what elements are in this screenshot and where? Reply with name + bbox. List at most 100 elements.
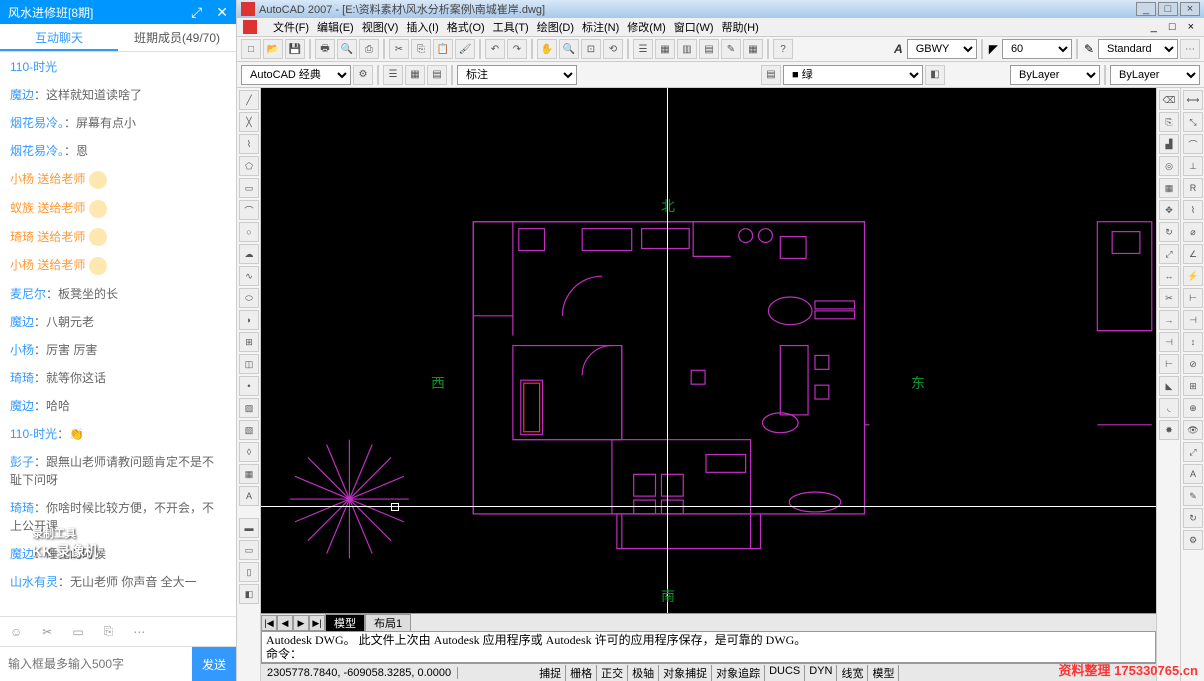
point-tool[interactable]: • (239, 376, 259, 396)
extend-tool[interactable]: → (1159, 310, 1179, 330)
status-toggle[interactable]: 极轴 (628, 665, 659, 681)
workspace-select[interactable]: AutoCAD 经典 (241, 65, 351, 85)
insert-tool[interactable]: ⊞ (239, 332, 259, 352)
status-toggle[interactable]: DYN (805, 665, 837, 681)
zoom-prev-button[interactable]: ⟲ (603, 39, 623, 59)
explode-tool[interactable]: ✸ (1159, 420, 1179, 440)
publish-button[interactable]: ⎙ (359, 39, 379, 59)
file-icon[interactable]: ⎘ (104, 624, 114, 639)
dim-dia[interactable]: ⌀ (1183, 222, 1203, 242)
scale-tool[interactable]: ⤢ (1159, 244, 1179, 264)
tp-button[interactable]: ▥ (677, 39, 697, 59)
move-tool[interactable]: ✥ (1159, 200, 1179, 220)
menu-item[interactable]: 修改(M) (623, 22, 670, 34)
dim-quick[interactable]: ⚡ (1183, 266, 1203, 286)
save-button[interactable]: 💾 (285, 39, 305, 59)
dimstyle-btn[interactable]: ⋯ (1180, 39, 1200, 59)
rotate-tool[interactable]: ↻ (1159, 222, 1179, 242)
join-tool[interactable]: ⊢ (1159, 354, 1179, 374)
ws-settings-button[interactable]: ⚙ (353, 65, 373, 85)
menu-item[interactable]: 窗口(W) (670, 22, 718, 34)
ext3-tool[interactable]: ▯ (239, 562, 259, 582)
ext1-tool[interactable]: ▬ (239, 518, 259, 538)
status-toggle[interactable]: 捕捉 (535, 665, 566, 681)
tab-layout1[interactable]: 布局1 (365, 614, 411, 632)
doc-close-button[interactable]: × (1184, 21, 1198, 33)
dim-tedit[interactable]: ✎ (1183, 486, 1203, 506)
layer-select[interactable]: ■ 绿 (783, 65, 923, 85)
spline-tool[interactable]: ∿ (239, 266, 259, 286)
open-button[interactable]: 📂 (263, 39, 283, 59)
emoji-icon[interactable]: ☺ (10, 625, 22, 639)
break-tool[interactable]: ⊣ (1159, 332, 1179, 352)
status-toggle[interactable]: DUCS (765, 665, 805, 681)
ellipse-tool[interactable]: ⬭ (239, 288, 259, 308)
lineweight-select[interactable]: 60 (1002, 39, 1072, 59)
menu-item[interactable]: 格式(O) (443, 22, 489, 34)
drawing-canvas[interactable]: 北 南 西 东 (261, 88, 1156, 613)
tab-next-button[interactable]: ▶ (293, 615, 309, 631)
menu-item[interactable]: 绘图(D) (533, 22, 578, 34)
ext4-tool[interactable]: ◧ (239, 584, 259, 604)
layerprops-button[interactable]: ☰ (383, 65, 403, 85)
status-toggle[interactable]: 线宽 (837, 665, 868, 681)
tab-model[interactable]: 模型 (325, 614, 365, 632)
textstyle-select[interactable]: GBWY (907, 39, 977, 59)
revcloud-tool[interactable]: ☁ (239, 244, 259, 264)
more-icon[interactable]: ⋯ (133, 625, 145, 639)
mtext-tool[interactable]: A (239, 486, 259, 506)
dim-ang[interactable]: ∠ (1183, 244, 1203, 264)
mirror-tool[interactable]: ▟ (1159, 134, 1179, 154)
status-toggle[interactable]: 模型 (868, 665, 899, 681)
circle-tool[interactable]: ○ (239, 222, 259, 242)
dim-oblique[interactable]: ⤢ (1183, 442, 1203, 462)
qcalc-button[interactable]: ▦ (743, 39, 763, 59)
maximize-button[interactable]: □ (1158, 2, 1178, 16)
minimize-button[interactable]: _ (1136, 2, 1156, 16)
color-select[interactable]: ByLayer (1010, 65, 1100, 85)
array-tool[interactable]: ▦ (1159, 178, 1179, 198)
menu-item[interactable]: 工具(T) (489, 22, 533, 34)
chat-input[interactable] (0, 647, 192, 681)
dim-jog[interactable]: ⌇ (1183, 200, 1203, 220)
xline-tool[interactable]: ╳ (239, 112, 259, 132)
erase-tool[interactable]: ⌫ (1159, 90, 1179, 110)
pline-tool[interactable]: ⌇ (239, 134, 259, 154)
cut-icon[interactable]: ✂ (42, 625, 52, 639)
coords-display[interactable]: 2305778.7840, -609058.3285, 0.0000 (261, 667, 458, 679)
zoom-rt-button[interactable]: 🔍 (559, 39, 579, 59)
settings-icon[interactable]: ✕ (216, 4, 228, 21)
dim-style[interactable]: ⚙ (1183, 530, 1203, 550)
command-line[interactable]: Autodesk DWG。 此文件上次由 Autodesk 应用程序或 Auto… (261, 631, 1156, 663)
plot-button[interactable]: 🖶 (315, 39, 335, 59)
layer2-button[interactable]: ▦ (405, 65, 425, 85)
menu-item[interactable]: 插入(I) (402, 22, 442, 34)
chamfer-tool[interactable]: ◣ (1159, 376, 1179, 396)
ssm-button[interactable]: ▤ (699, 39, 719, 59)
menu-item[interactable]: 视图(V) (358, 22, 403, 34)
undo-button[interactable]: ↶ (485, 39, 505, 59)
dim-update[interactable]: ↻ (1183, 508, 1203, 528)
status-toggle[interactable]: 栅格 (566, 665, 597, 681)
offset-tool[interactable]: ◎ (1159, 156, 1179, 176)
ext2-tool[interactable]: ▭ (239, 540, 259, 560)
menu-item[interactable]: 编辑(E) (313, 22, 358, 34)
polygon-tool[interactable]: ⬠ (239, 156, 259, 176)
layer4-button[interactable]: ◧ (925, 65, 945, 85)
doc-max-button[interactable]: □ (1165, 21, 1180, 33)
tab-members[interactable]: 班期成员(49/70) (118, 24, 236, 51)
tab-last-button[interactable]: ▶| (309, 615, 325, 631)
linetype-select[interactable]: ByLayer (1110, 65, 1200, 85)
fillet-tool[interactable]: ◟ (1159, 398, 1179, 418)
menu-item[interactable]: 帮助(H) (718, 22, 763, 34)
dim-insp[interactable]: 👁 (1183, 420, 1203, 440)
block-tool[interactable]: ◫ (239, 354, 259, 374)
preview-button[interactable]: 🔍 (337, 39, 357, 59)
chat-messages[interactable]: 110-时光魔边：这样就知道读啥了烟花易冷。：屏幕有点小烟花易冷。：恩小杨 送给… (0, 52, 236, 616)
close-button[interactable]: × (1180, 2, 1200, 16)
redo-button[interactable]: ↷ (507, 39, 527, 59)
menu-item[interactable]: 标注(N) (578, 22, 623, 34)
layer3-button[interactable]: ▤ (427, 65, 447, 85)
dim-linear[interactable]: ⟷ (1183, 90, 1203, 110)
match-button[interactable]: 🖌 (455, 39, 475, 59)
